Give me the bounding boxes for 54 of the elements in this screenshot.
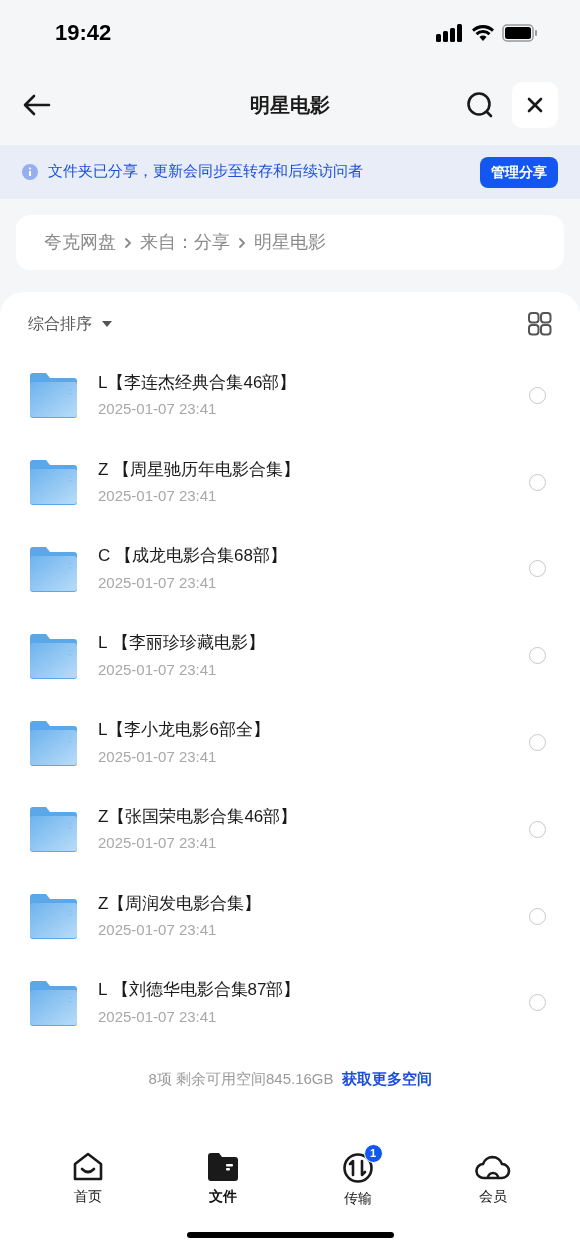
folder-icon: [28, 372, 78, 419]
back-arrow-icon: [23, 94, 51, 116]
share-notice: 文件夹已分享，更新会同步至转存和后续访问者: [48, 162, 363, 182]
page-title: 明星电影: [250, 93, 330, 118]
sort-dropdown[interactable]: 综合排序: [28, 312, 112, 336]
folder-icon: [28, 806, 78, 853]
folder-name[interactable]: Z【张国荣电影合集46部】: [98, 803, 298, 830]
chevron-right-icon: [124, 236, 132, 249]
folder-icon: [206, 1152, 239, 1182]
smiling-house-icon: [71, 1152, 104, 1182]
info-icon: [22, 164, 38, 180]
search-icon: [466, 91, 494, 119]
wifi-icon: [472, 24, 494, 41]
folder-name[interactable]: L【李连杰经典合集46部】: [98, 369, 297, 396]
folder-icon: [28, 979, 78, 1026]
tab-bar-item[interactable]: 文件: [182, 1144, 263, 1209]
grid-view-button[interactable]: [528, 312, 552, 336]
modified-date: 2025-01-07 23:41: [98, 486, 218, 507]
tab-bar-item[interactable]: 传输 1: [317, 1144, 398, 1209]
modified-date: 2025-01-07 23:41: [98, 746, 218, 767]
caret-down-icon: [102, 320, 112, 328]
folder-icon: [28, 632, 78, 679]
tab-bar-item[interactable]: 首页: [47, 1144, 128, 1209]
battery-icon: [502, 23, 538, 42]
close-button[interactable]: [512, 82, 558, 128]
notification-badge: 1: [363, 1144, 383, 1163]
modified-date: 2025-01-07 23:41: [98, 399, 218, 420]
manage-share-button[interactable]: 管理分享: [480, 156, 558, 188]
modified-date: 2025-01-07 23:41: [98, 833, 218, 854]
signal-icon: [436, 23, 464, 42]
grid-icon: [528, 312, 552, 336]
status-time: 19:42: [55, 19, 112, 47]
folder-icon: [28, 893, 78, 940]
folder-name[interactable]: Z【周润发电影合集】: [98, 890, 262, 917]
close-icon: [527, 97, 543, 113]
chevron-right-icon: [238, 236, 246, 249]
folder-icon: [28, 719, 78, 766]
breadcrumb-item[interactable]: 夸克网盘: [44, 229, 116, 256]
search-button[interactable]: [466, 91, 494, 119]
modified-date: 2025-01-07 23:41: [98, 920, 218, 941]
tab-bar-item[interactable]: 会员: [452, 1144, 533, 1209]
modified-date: 2025-01-07 23:41: [98, 573, 218, 593]
modified-date: 2025-01-07 23:41: [98, 1006, 218, 1027]
folder-name[interactable]: Z 【周星驰历年电影合集】: [98, 456, 301, 483]
folder-name[interactable]: L【李小龙电影6部全】: [98, 717, 270, 743]
folder-name[interactable]: L 【李丽珍珍藏电影】: [98, 630, 265, 656]
folder-icon: [28, 459, 78, 506]
modified-date: 2025-01-07 23:41: [98, 659, 218, 680]
folder-icon: [28, 546, 78, 592]
get-more-space-link[interactable]: 获取更多空间: [341, 1068, 432, 1091]
folder-name[interactable]: C 【成龙电影合集68部】: [98, 543, 287, 569]
storage-summary: 8项 剩余可用空间845.16GB: [148, 1069, 334, 1090]
folder-name[interactable]: L 【刘德华电影合集87部】: [98, 977, 301, 1003]
breadcrumb-item[interactable]: 来自：分享: [140, 229, 230, 256]
